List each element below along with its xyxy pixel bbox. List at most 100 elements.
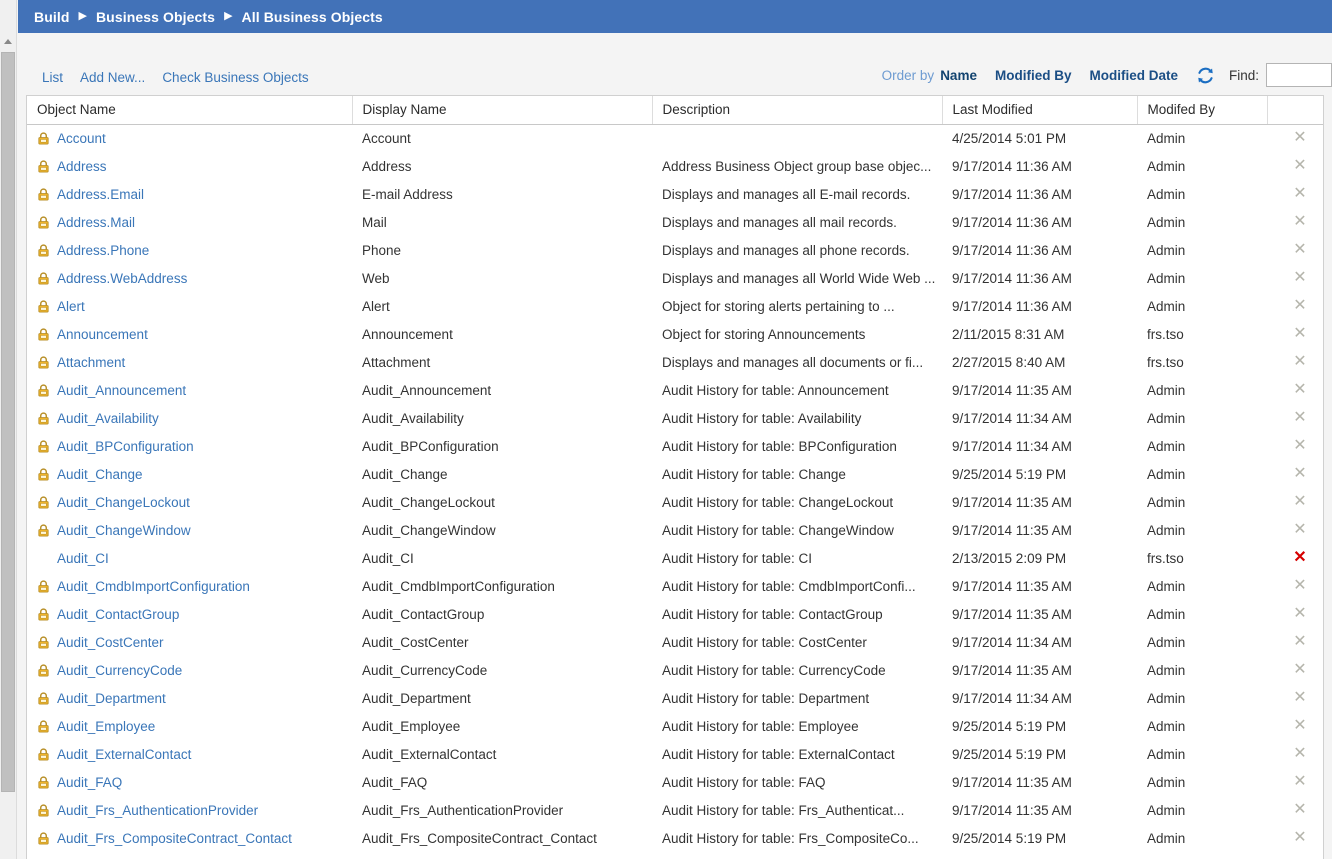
sort-by-modified-by-link[interactable]: Modified By [995, 68, 1072, 83]
object-name-link[interactable]: Attachment [57, 355, 125, 370]
table-row[interactable]: Audit_Frs_CompositeContract_ContactAudit… [27, 824, 1323, 852]
object-name-link[interactable]: Address.Phone [57, 243, 149, 258]
delete-row-icon[interactable]: ✕ [1293, 634, 1306, 650]
delete-row-icon[interactable]: ✕ [1293, 802, 1306, 818]
breadcrumb-item-build[interactable]: Build [34, 9, 70, 25]
object-name-link[interactable]: Audit_Frs_AuthenticationProvider [57, 803, 258, 818]
object-name-link[interactable]: Audit_Announcement [57, 383, 186, 398]
object-name-link[interactable]: Audit_ChangeLockout [57, 495, 190, 510]
delete-row-icon[interactable]: ✕ [1293, 662, 1306, 678]
table-row[interactable]: Audit_CostCenterAudit_CostCenterAudit Hi… [27, 628, 1323, 656]
object-name-link[interactable]: Audit_CostCenter [57, 635, 164, 650]
table-row[interactable]: AddressAddressAddress Business Object gr… [27, 152, 1323, 180]
object-name-link[interactable]: Address.Email [57, 187, 144, 202]
refresh-icon[interactable] [1196, 66, 1215, 85]
delete-row-icon[interactable]: ✕ [1293, 186, 1306, 202]
object-name-link[interactable]: Audit_CmdbImportConfiguration [57, 579, 250, 594]
table-row[interactable]: AlertAlertObject for storing alerts pert… [27, 292, 1323, 320]
delete-row-icon[interactable]: ✕ [1293, 774, 1306, 790]
delete-row-icon[interactable]: ✕ [1293, 606, 1306, 622]
object-name-link[interactable]: Audit_CI [57, 551, 109, 566]
delete-row-icon[interactable]: ✕ [1293, 298, 1306, 314]
table-row[interactable]: Audit_AnnouncementAudit_AnnouncementAudi… [27, 376, 1323, 404]
table-row[interactable]: Audit_Frs_AuthenticationProviderAudit_Fr… [27, 796, 1323, 824]
table-row[interactable]: AccountAccount4/25/2014 5:01 PMAdmin✕ [27, 124, 1323, 152]
check-business-objects-link[interactable]: Check Business Objects [162, 70, 308, 85]
object-name-link[interactable]: Audit_Frs_CompositeContract_Contact [57, 831, 292, 846]
delete-row-icon[interactable]: ✕ [1293, 158, 1306, 174]
object-name-link[interactable]: Audit_CurrencyCode [57, 663, 182, 678]
table-row[interactable]: Audit_BPConfigurationAudit_BPConfigurati… [27, 432, 1323, 460]
table-row[interactable]: Audit_EmployeeAudit_EmployeeAudit Histor… [27, 712, 1323, 740]
table-row[interactable]: Address.EmailE-mail AddressDisplays and … [27, 180, 1323, 208]
object-name-link[interactable]: Audit_Availability [57, 411, 159, 426]
table-row[interactable]: Audit_ContactGroupAudit_ContactGroupAudi… [27, 600, 1323, 628]
delete-row-icon[interactable]: ✕ [1293, 214, 1306, 230]
object-name-link[interactable]: Audit_Change [57, 467, 143, 482]
table-row[interactable]: Audit_ChangeAudit_ChangeAudit History fo… [27, 460, 1323, 488]
column-header-last-modified[interactable]: Last Modified [942, 96, 1137, 124]
delete-row-icon[interactable]: ✕ [1293, 382, 1306, 398]
cell-object-name: Audit_CostCenter [27, 628, 352, 656]
column-header-display-name[interactable]: Display Name [352, 96, 652, 124]
table-row[interactable]: Address.PhonePhoneDisplays and manages a… [27, 236, 1323, 264]
delete-row-icon[interactable]: ✕ [1293, 410, 1306, 426]
column-header-modified-by[interactable]: Modifed By [1137, 96, 1267, 124]
object-name-link[interactable]: Audit_Employee [57, 719, 155, 734]
delete-row-icon[interactable]: ✕ [1293, 466, 1306, 482]
object-name-link[interactable]: Address.WebAddress [57, 271, 187, 286]
table-row[interactable]: Audit_FAQAudit_FAQAudit History for tabl… [27, 768, 1323, 796]
add-new-link[interactable]: Add New... [80, 70, 145, 85]
delete-row-icon[interactable]: ✕ [1293, 718, 1306, 734]
lock-icon [37, 216, 50, 229]
object-name-link[interactable]: Announcement [57, 327, 148, 342]
object-name-link[interactable]: Address [57, 159, 107, 174]
table-row[interactable]: Audit_DepartmentAudit_DepartmentAudit Hi… [27, 684, 1323, 712]
find-input[interactable] [1266, 63, 1332, 87]
object-name-link[interactable]: Audit_ChangeWindow [57, 523, 191, 538]
object-name-link[interactable]: Account [57, 131, 106, 146]
scrollbar-up-button[interactable] [0, 33, 16, 50]
breadcrumb-item-business-objects[interactable]: Business Objects [96, 9, 215, 25]
table-row[interactable]: AnnouncementAnnouncementObject for stori… [27, 320, 1323, 348]
table-row[interactable]: AttachmentAttachmentDisplays and manages… [27, 348, 1323, 376]
delete-row-icon[interactable]: ✕ [1293, 130, 1306, 146]
table-row[interactable]: Audit_CIAudit_CIAudit History for table:… [27, 544, 1323, 572]
delete-row-icon[interactable]: ✕ [1293, 550, 1306, 566]
cell-display-name: Mail [352, 208, 652, 236]
delete-row-icon[interactable]: ✕ [1293, 578, 1306, 594]
delete-row-icon[interactable]: ✕ [1293, 494, 1306, 510]
column-header-description[interactable]: Description [652, 96, 942, 124]
table-row[interactable]: Address.MailMailDisplays and manages all… [27, 208, 1323, 236]
object-name-link[interactable]: Audit_ContactGroup [57, 607, 179, 622]
column-header-object-name[interactable]: Object Name [27, 96, 352, 124]
table-row[interactable]: Audit_ChangeLockoutAudit_ChangeLockoutAu… [27, 488, 1323, 516]
delete-row-icon[interactable]: ✕ [1293, 354, 1306, 370]
delete-row-icon[interactable]: ✕ [1293, 270, 1306, 286]
table-row[interactable]: Audit_ChangeWindowAudit_ChangeWindowAudi… [27, 516, 1323, 544]
table-row[interactable]: Audit_CmdbImportConfigurationAudit_CmdbI… [27, 572, 1323, 600]
table-row[interactable]: Address.WebAddressWebDisplays and manage… [27, 264, 1323, 292]
list-link[interactable]: List [42, 70, 63, 85]
sort-by-modified-date-link[interactable]: Modified Date [1089, 68, 1178, 83]
object-name-wrapper: Audit_Announcement [37, 383, 352, 398]
delete-row-icon[interactable]: ✕ [1293, 242, 1306, 258]
table-row[interactable]: Audit_ExternalContactAudit_ExternalConta… [27, 740, 1323, 768]
object-name-link[interactable]: Audit_Department [57, 691, 166, 706]
delete-row-icon[interactable]: ✕ [1293, 438, 1306, 454]
table-row[interactable]: Audit_AvailabilityAudit_AvailabilityAudi… [27, 404, 1323, 432]
object-name-link[interactable]: Audit_FAQ [57, 775, 122, 790]
delete-row-icon[interactable]: ✕ [1293, 830, 1306, 846]
object-name-link[interactable]: Audit_ExternalContact [57, 747, 191, 762]
sort-by-name-link[interactable]: Name [940, 68, 977, 83]
delete-row-icon[interactable]: ✕ [1293, 690, 1306, 706]
table-row[interactable]: Audit_CurrencyCodeAudit_CurrencyCodeAudi… [27, 656, 1323, 684]
object-name-link[interactable]: Audit_BPConfiguration [57, 439, 194, 454]
delete-row-icon[interactable]: ✕ [1293, 746, 1306, 762]
delete-row-icon[interactable]: ✕ [1293, 326, 1306, 342]
delete-row-icon[interactable]: ✕ [1293, 522, 1306, 538]
object-name-link[interactable]: Alert [57, 299, 85, 314]
page-vertical-scrollbar[interactable] [0, 0, 17, 859]
scrollbar-thumb[interactable] [1, 52, 15, 792]
object-name-link[interactable]: Address.Mail [57, 215, 135, 230]
